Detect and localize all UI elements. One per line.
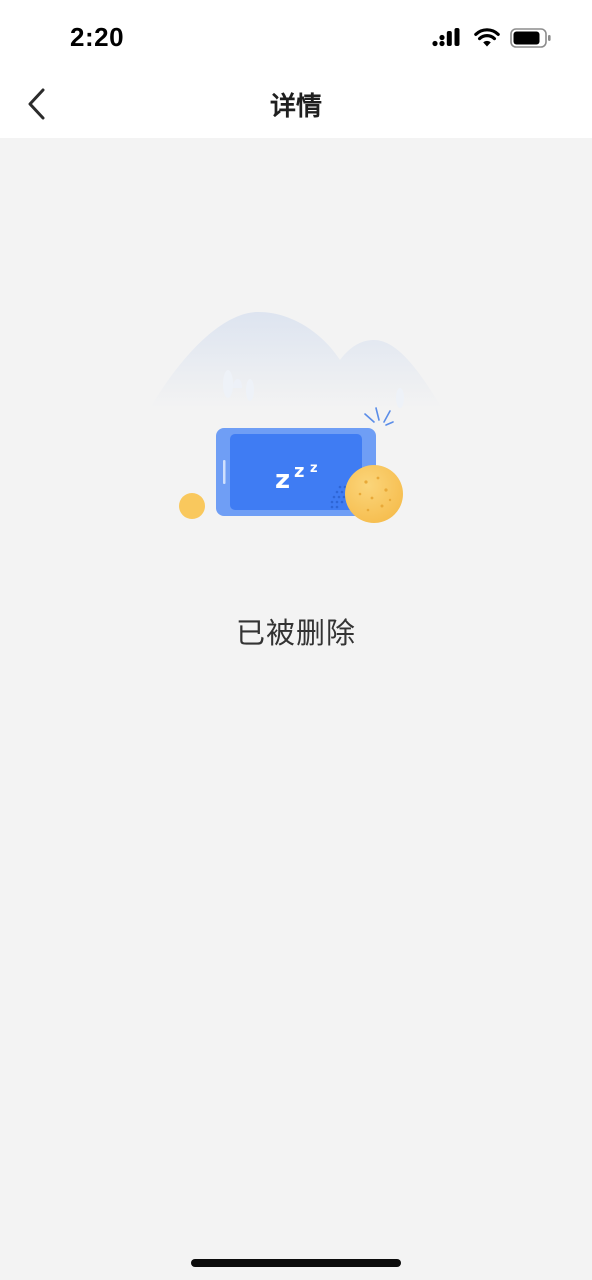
wifi-icon bbox=[474, 28, 500, 52]
empty-state-illustration: z z z bbox=[146, 308, 446, 528]
home-indicator[interactable] bbox=[191, 1259, 401, 1267]
status-icons bbox=[432, 26, 552, 54]
app-screen: 2:20 详情 z z z 已被删除 bbox=[0, 0, 592, 1280]
main-content: z z z 已被删除 bbox=[0, 138, 592, 1280]
status-time: 2:20 bbox=[70, 22, 125, 52]
deleted-message: 已被删除 bbox=[235, 616, 356, 650]
status-bar: 2:20 bbox=[0, 0, 592, 78]
cellular-signal-icon bbox=[432, 28, 464, 52]
navigation-bar: 详情 bbox=[0, 72, 592, 138]
header: 2:20 详情 bbox=[0, 0, 592, 138]
page-title: 详情 bbox=[269, 92, 322, 122]
svg-text:z: z bbox=[310, 461, 318, 476]
svg-text:z: z bbox=[294, 461, 304, 482]
svg-text:z: z bbox=[275, 465, 290, 495]
battery-icon bbox=[510, 28, 552, 52]
